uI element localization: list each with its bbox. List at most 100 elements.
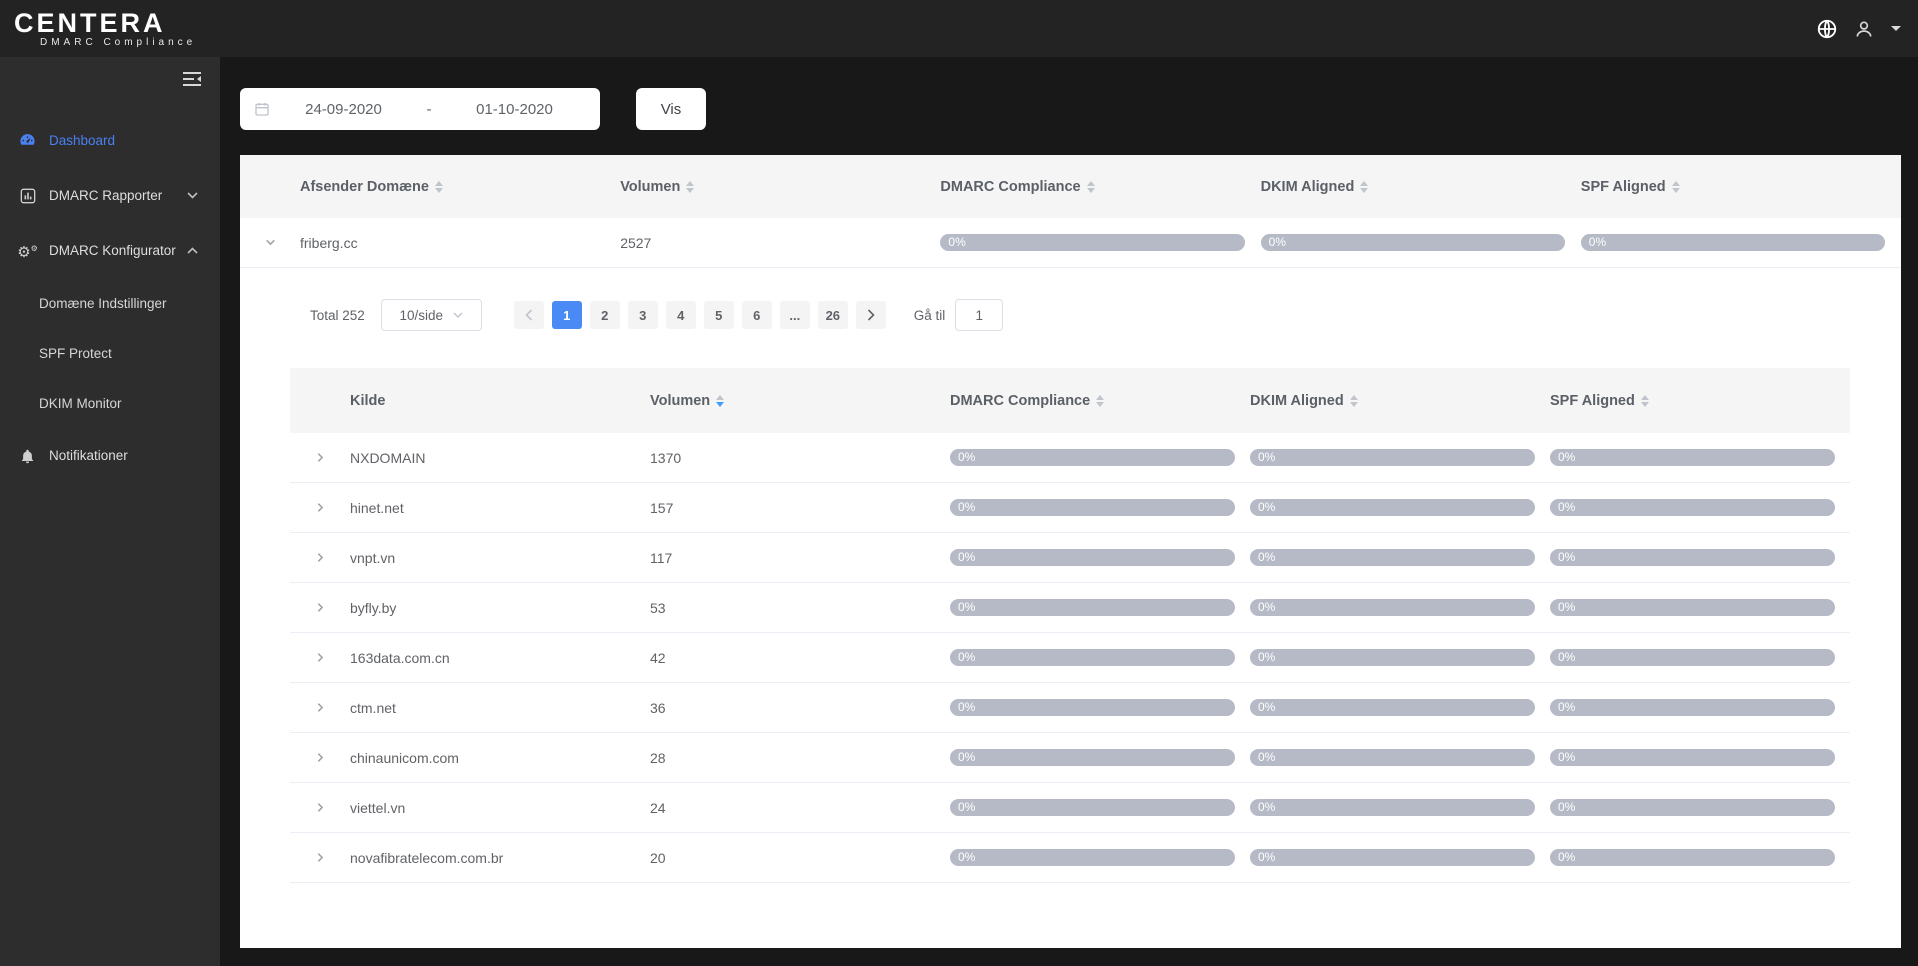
sidebar-item-spf-protect[interactable]: SPF Protect — [0, 328, 220, 378]
app-root: CENTERA DMARC Compliance — [0, 0, 1918, 966]
column-header-dkim-aligned[interactable]: DKIM Aligned — [1261, 179, 1581, 195]
dashboard-icon — [19, 132, 36, 149]
page-button-1[interactable]: 1 — [552, 301, 582, 329]
source-volume: 20 — [650, 850, 950, 866]
expand-row-icon[interactable] — [290, 701, 350, 714]
page-button-4[interactable]: 4 — [666, 301, 696, 329]
sort-icon — [435, 181, 443, 193]
sidebar-item-dmarc-rapporter[interactable]: DMARC Rapporter — [0, 168, 220, 223]
source-name: vnpt.vn — [350, 550, 650, 566]
dmarc-progress-bar: 0% — [950, 699, 1235, 716]
column-header-dmarc-compliance[interactable]: DMARC Compliance — [950, 393, 1250, 409]
goto-page-label: Gå til — [914, 308, 946, 323]
date-range-picker[interactable]: 24-09-2020 - 01-10-2020 — [240, 88, 600, 130]
page-button-26[interactable]: 26 — [818, 301, 848, 329]
expand-row-icon[interactable] — [290, 751, 350, 764]
spf-progress-bar: 0% — [1550, 599, 1835, 616]
expand-row-icon[interactable] — [290, 651, 350, 664]
chevron-right-icon — [867, 309, 875, 321]
column-header-volumen[interactable]: Volumen — [620, 179, 940, 195]
column-header-spf-aligned[interactable]: SPF Aligned — [1550, 393, 1850, 409]
select-arrow-icon — [453, 312, 463, 318]
collapse-row-icon[interactable] — [240, 236, 300, 249]
spf-progress-bar: 0% — [1550, 699, 1835, 716]
sort-icon — [1641, 395, 1649, 407]
source-name: 163data.com.cn — [350, 650, 650, 666]
domain-volume: 2527 — [620, 235, 940, 251]
dkim-progress-bar: 0% — [1250, 449, 1535, 466]
sort-icon — [686, 181, 694, 193]
goto-page-input[interactable] — [955, 299, 1003, 331]
dmarc-progress-bar: 0% — [950, 649, 1235, 666]
source-volume: 42 — [650, 650, 950, 666]
expand-row-icon[interactable] — [290, 601, 350, 614]
pagination-total: Total 252 — [310, 308, 365, 323]
spf-progress-bar: 0% — [1550, 749, 1835, 766]
dmarc-progress-bar: 0% — [950, 849, 1235, 866]
source-volume: 28 — [650, 750, 950, 766]
prev-page-button[interactable] — [514, 301, 544, 329]
menu-fold-icon[interactable] — [0, 57, 220, 87]
caret-down-icon[interactable] — [1890, 25, 1902, 33]
sidebar-subitem-label: Domæne Indstillinger — [39, 296, 167, 311]
expand-row-icon[interactable] — [290, 801, 350, 814]
domain-table: Afsender Domæne Volumen DMARC Compliance… — [240, 155, 1901, 268]
sidebar-item-dashboard[interactable]: Dashboard — [0, 113, 220, 168]
column-header-spf-aligned[interactable]: SPF Aligned — [1581, 179, 1901, 195]
source-table-row: chinaunicom.com 28 0% 0% 0% — [290, 733, 1850, 783]
dkim-progress-bar: 0% — [1261, 234, 1565, 251]
globe-icon[interactable] — [1816, 18, 1838, 40]
chevron-left-icon — [525, 309, 533, 321]
sidebar-item-dkim-monitor[interactable]: DKIM Monitor — [0, 378, 220, 428]
source-table: Kilde Volumen DMARC Compliance DKIM Alig… — [290, 368, 1850, 883]
calendar-icon — [254, 101, 270, 117]
expand-row-icon[interactable] — [290, 451, 350, 464]
column-header-kilde[interactable]: Kilde — [350, 393, 650, 409]
spf-progress-bar: 0% — [1550, 549, 1835, 566]
page-ellipsis[interactable]: ... — [780, 301, 810, 329]
domain-name: friberg.cc — [300, 235, 620, 251]
spf-progress-bar: 0% — [1581, 234, 1885, 251]
page-button-3[interactable]: 3 — [628, 301, 658, 329]
dkim-progress-bar: 0% — [1250, 699, 1535, 716]
sort-icon — [1350, 395, 1358, 407]
expand-row-icon[interactable] — [290, 551, 350, 564]
dmarc-progress-bar: 0% — [940, 234, 1244, 251]
source-table-row: ctm.net 36 0% 0% 0% — [290, 683, 1850, 733]
source-volume: 24 — [650, 800, 950, 816]
column-header-volumen[interactable]: Volumen — [650, 393, 950, 409]
sidebar-item-notifikationer[interactable]: Notifikationer — [0, 428, 220, 483]
sort-icon — [1672, 181, 1680, 193]
vis-button[interactable]: Vis — [636, 88, 706, 130]
expand-row-icon[interactable] — [290, 851, 350, 864]
next-page-button[interactable] — [856, 301, 886, 329]
page-size-select[interactable]: 10/side — [381, 299, 482, 331]
sidebar-item-label: Dashboard — [49, 133, 115, 148]
date-from-value[interactable]: 24-09-2020 — [270, 101, 417, 118]
sort-icon — [1096, 395, 1104, 407]
date-to-value[interactable]: 01-10-2020 — [441, 101, 588, 118]
page-button-6[interactable]: 6 — [742, 301, 772, 329]
spf-progress-bar: 0% — [1550, 649, 1835, 666]
source-volume: 1370 — [650, 450, 950, 466]
user-icon[interactable] — [1854, 19, 1874, 39]
topbar: CENTERA DMARC Compliance — [0, 0, 1918, 57]
column-header-dkim-aligned[interactable]: DKIM Aligned — [1250, 393, 1550, 409]
sidebar-item-domaene-indstillinger[interactable]: Domæne Indstillinger — [0, 278, 220, 328]
chevron-down-icon — [187, 192, 198, 199]
expand-row-icon[interactable] — [290, 501, 350, 514]
column-header-afsender-domaene[interactable]: Afsender Domæne — [300, 179, 620, 195]
column-header-dmarc-compliance[interactable]: DMARC Compliance — [940, 179, 1260, 195]
chevron-up-icon — [187, 247, 198, 254]
sidebar-item-dmarc-konfigurator[interactable]: ⚙⚙ DMARC Konfigurator — [0, 223, 220, 278]
source-table-row: hinet.net 157 0% 0% 0% — [290, 483, 1850, 533]
source-name: hinet.net — [350, 500, 650, 516]
page-button-5[interactable]: 5 — [704, 301, 734, 329]
dkim-progress-bar: 0% — [1250, 499, 1535, 516]
topbar-actions — [1816, 18, 1918, 40]
dkim-progress-bar: 0% — [1250, 649, 1535, 666]
page-button-2[interactable]: 2 — [590, 301, 620, 329]
sidebar-item-label: Notifikationer — [49, 448, 128, 463]
sort-icon-descending — [716, 395, 724, 407]
bar-chart-icon — [19, 188, 36, 204]
